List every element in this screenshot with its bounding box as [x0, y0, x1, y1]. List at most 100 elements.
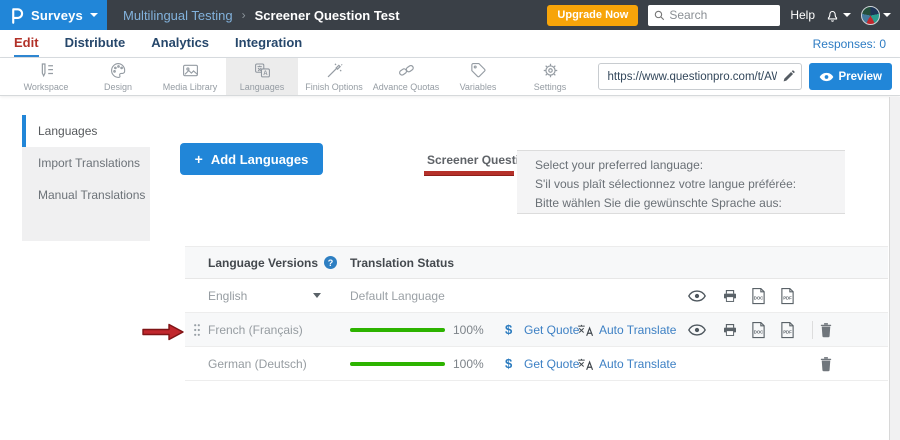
print-button[interactable] [722, 279, 738, 312]
print-button[interactable] [722, 313, 738, 346]
eye-icon [688, 290, 706, 302]
account-menu[interactable] [861, 6, 891, 25]
app-window: Surveys Multilingual Testing › Screener … [0, 0, 900, 440]
table-row-german: German (Deutsch) 100% $ Get Quote Auto T… [185, 347, 888, 381]
translation-percent: 100% [453, 347, 484, 380]
delete-language-button[interactable] [819, 347, 833, 380]
get-quote-link[interactable]: Get Quote [524, 313, 579, 346]
design-palette-icon [109, 61, 128, 80]
col-translation-status: Translation Status [350, 247, 454, 278]
survey-nav-tabs: Edit Distribute Analytics Integration Re… [0, 30, 900, 58]
export-doc-button[interactable]: DOC [751, 279, 766, 312]
svg-text:DOC: DOC [754, 329, 764, 334]
account-caret-icon [883, 13, 891, 17]
search-input[interactable] [669, 8, 774, 22]
drag-dots-icon [193, 323, 201, 337]
pencil-icon [782, 70, 795, 83]
doc-file-icon: DOC [751, 321, 766, 339]
product-name: Surveys [31, 8, 83, 23]
upgrade-now-button[interactable]: Upgrade Now [547, 5, 638, 26]
top-bar: Surveys Multilingual Testing › Screener … [0, 0, 900, 30]
auto-translate-link[interactable]: Auto Translate [599, 313, 676, 346]
printer-icon [722, 322, 738, 338]
export-pdf-button[interactable]: PDF [780, 313, 795, 346]
topbar-actions: Upgrade Now Help [547, 5, 900, 26]
survey-url-field [598, 63, 802, 90]
divider [812, 321, 813, 339]
svg-text:DOC: DOC [754, 295, 764, 300]
survey-url-input[interactable] [599, 71, 777, 83]
language-dropdown-value[interactable]: English [208, 279, 247, 312]
red-arrow-annotation [141, 322, 185, 342]
toolbar-item-advance-quotas[interactable]: Advance Quotas [370, 58, 442, 95]
user-avatar [861, 6, 880, 25]
screener-question-box: Select your preferred language: S'il vou… [517, 150, 845, 214]
translation-percent: 100% [453, 313, 484, 346]
breadcrumb-folder[interactable]: Multilingual Testing [123, 8, 233, 23]
notifications-menu[interactable] [825, 7, 851, 24]
edit-toolbar: Workspace Design Media Library A Langua [0, 58, 900, 96]
sidebar-item-manual-translations[interactable]: Manual Translations [22, 179, 150, 211]
screener-line-german: Bitte wählen Sie die gewünschte Sprache … [535, 194, 845, 213]
gear-icon [541, 61, 560, 80]
dollar-icon[interactable]: $ [505, 313, 512, 346]
table-row-english: English Default Language [185, 279, 888, 313]
media-image-icon [181, 61, 200, 80]
view-button[interactable] [688, 279, 706, 312]
preview-button[interactable]: Preview [809, 63, 892, 90]
table-row-french: French (Français) 100% $ Get Quote Auto … [185, 313, 888, 347]
auto-translate-icon[interactable] [577, 347, 594, 380]
auto-translate-link[interactable]: Auto Translate [599, 347, 676, 380]
tab-analytics[interactable]: Analytics [151, 30, 209, 57]
toolbar-item-finish-options[interactable]: Finish Options [298, 58, 370, 95]
tab-integration[interactable]: Integration [235, 30, 302, 57]
toolbar-item-variables[interactable]: Variables [442, 58, 514, 95]
chevron-down-icon [313, 293, 321, 298]
edit-url-button[interactable] [777, 64, 801, 89]
plus-icon: + [195, 151, 203, 167]
product-caret-icon [90, 13, 98, 17]
preview-eye-icon [819, 72, 834, 82]
product-switcher[interactable]: Surveys [0, 0, 107, 30]
magic-wand-icon [325, 61, 344, 80]
scrollbar-track[interactable] [889, 97, 900, 440]
translation-progress-bar [350, 313, 445, 346]
toolbar-item-workspace[interactable]: Workspace [10, 58, 82, 95]
add-languages-button[interactable]: + Add Languages [180, 143, 323, 175]
breadcrumb-separator: › [242, 8, 246, 22]
notifications-caret-icon [843, 13, 851, 17]
auto-translate-icon[interactable] [577, 313, 594, 346]
tab-edit[interactable]: Edit [14, 30, 39, 57]
export-pdf-button[interactable]: PDF [780, 279, 795, 312]
pdf-file-icon: PDF [780, 287, 795, 305]
toolbar-item-languages[interactable]: A Languages [226, 58, 298, 95]
trash-icon [819, 322, 833, 338]
view-button[interactable] [688, 313, 706, 346]
global-search[interactable] [648, 5, 780, 26]
responses-count[interactable]: Responses: 0 [813, 37, 886, 51]
sidebar-filler [22, 211, 150, 241]
chain-links-icon [397, 61, 416, 80]
dollar-icon[interactable]: $ [505, 347, 512, 380]
sidebar-item-import-translations[interactable]: Import Translations [22, 147, 150, 179]
bell-icon [825, 7, 840, 24]
sidebar-item-languages[interactable]: Languages [22, 115, 150, 147]
trash-icon [819, 356, 833, 372]
export-doc-button[interactable]: DOC [751, 313, 766, 346]
svg-text:PDF: PDF [783, 295, 792, 300]
drag-handle[interactable] [193, 313, 201, 346]
language-dropdown[interactable] [313, 279, 321, 312]
table-header: Language Versions ? Translation Status [185, 246, 888, 279]
help-link[interactable]: Help [790, 8, 815, 22]
breadcrumb-survey-title: Screener Question Test [255, 8, 400, 23]
delete-language-button[interactable] [819, 313, 833, 346]
tab-distribute[interactable]: Distribute [65, 30, 126, 57]
toolbar-item-design[interactable]: Design [82, 58, 154, 95]
printer-icon [722, 288, 738, 304]
toolbar-item-settings[interactable]: Settings [514, 58, 586, 95]
red-underline-annotation [424, 171, 514, 175]
languages-sidebar: Languages Import Translations Manual Tra… [22, 115, 150, 241]
get-quote-link[interactable]: Get Quote [524, 347, 579, 380]
toolbar-item-media-library[interactable]: Media Library [154, 58, 226, 95]
help-badge-icon[interactable]: ? [324, 256, 337, 269]
